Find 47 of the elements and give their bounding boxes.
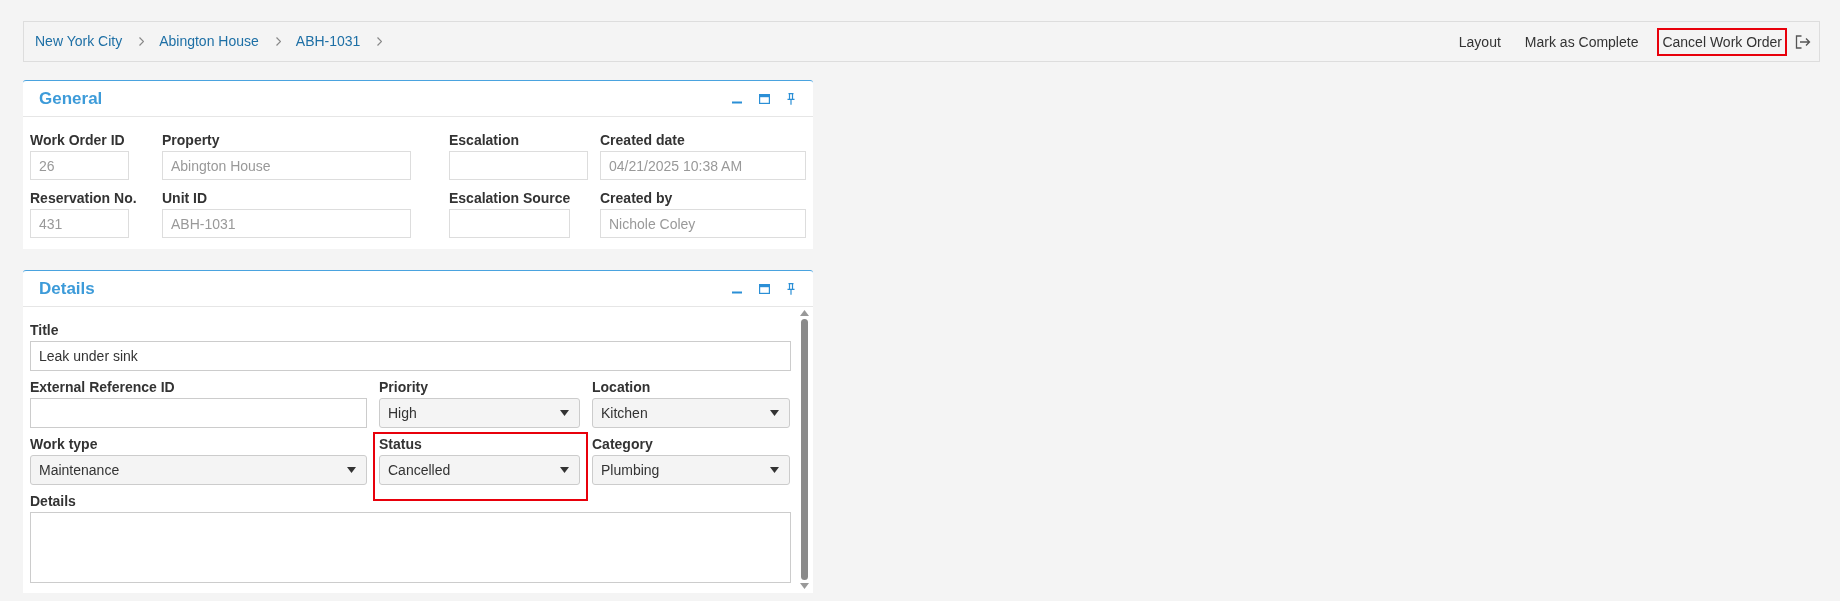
field-label: Status [379,435,422,454]
panel-title: Details [39,277,95,300]
field-label: Work Order ID [30,131,125,150]
text-field[interactable]: Leak under sink [30,341,791,371]
field-label: Property [162,131,220,150]
scrollbar-thumb[interactable] [800,319,808,580]
dropdown[interactable]: Maintenance [30,455,367,485]
field-label: Created by [600,189,673,208]
field-label: Escalation Source [449,189,571,208]
field-label: Unit ID [162,189,208,208]
caret-down-icon [770,467,779,473]
dropdown[interactable]: Plumbing [592,455,790,485]
field-label: Created date [600,131,685,150]
text-field[interactable] [30,398,367,428]
field-label: Title [30,321,59,340]
chevron-right-icon [275,37,281,46]
field-label: External Reference ID [30,378,175,397]
dropdown[interactable]: High [379,398,580,428]
pin-icon[interactable] [787,92,795,105]
field-label: Details [30,492,76,511]
panel-title: General [39,87,103,110]
dropdown[interactable]: Cancelled [379,455,580,485]
maximize-icon[interactable] [759,283,770,294]
breadcrumb-link[interactable]: Abington House [158,31,260,52]
breadcrumb-link[interactable]: New York City [34,31,124,52]
caret-down-icon [560,467,569,473]
field-label: Reservation No. [30,189,137,208]
chevron-right-icon [377,37,383,46]
field-label: Location [592,378,651,397]
chevron-right-icon [139,37,145,46]
sign-out-icon[interactable] [1795,34,1811,49]
caret-down-icon [347,467,356,473]
scroll-up-icon[interactable] [799,310,809,316]
maximize-icon[interactable] [759,93,770,104]
scroll-down-icon[interactable] [799,583,809,589]
field-label: Priority [379,378,428,397]
pin-icon[interactable] [787,282,795,295]
caret-down-icon [770,410,779,416]
toolbar-button[interactable]: Cancel Work Order [1657,27,1787,56]
field-label: Work type [30,435,98,454]
toolbar-button[interactable]: Mark as Complete [1519,27,1644,56]
field-label: Category [592,435,653,454]
dropdown[interactable]: Kitchen [592,398,790,428]
caret-down-icon [560,410,569,416]
toolbar-button[interactable]: Layout [1453,27,1506,56]
breadcrumb-link[interactable]: ABH-1031 [294,31,362,52]
field-label: Escalation [449,131,520,150]
